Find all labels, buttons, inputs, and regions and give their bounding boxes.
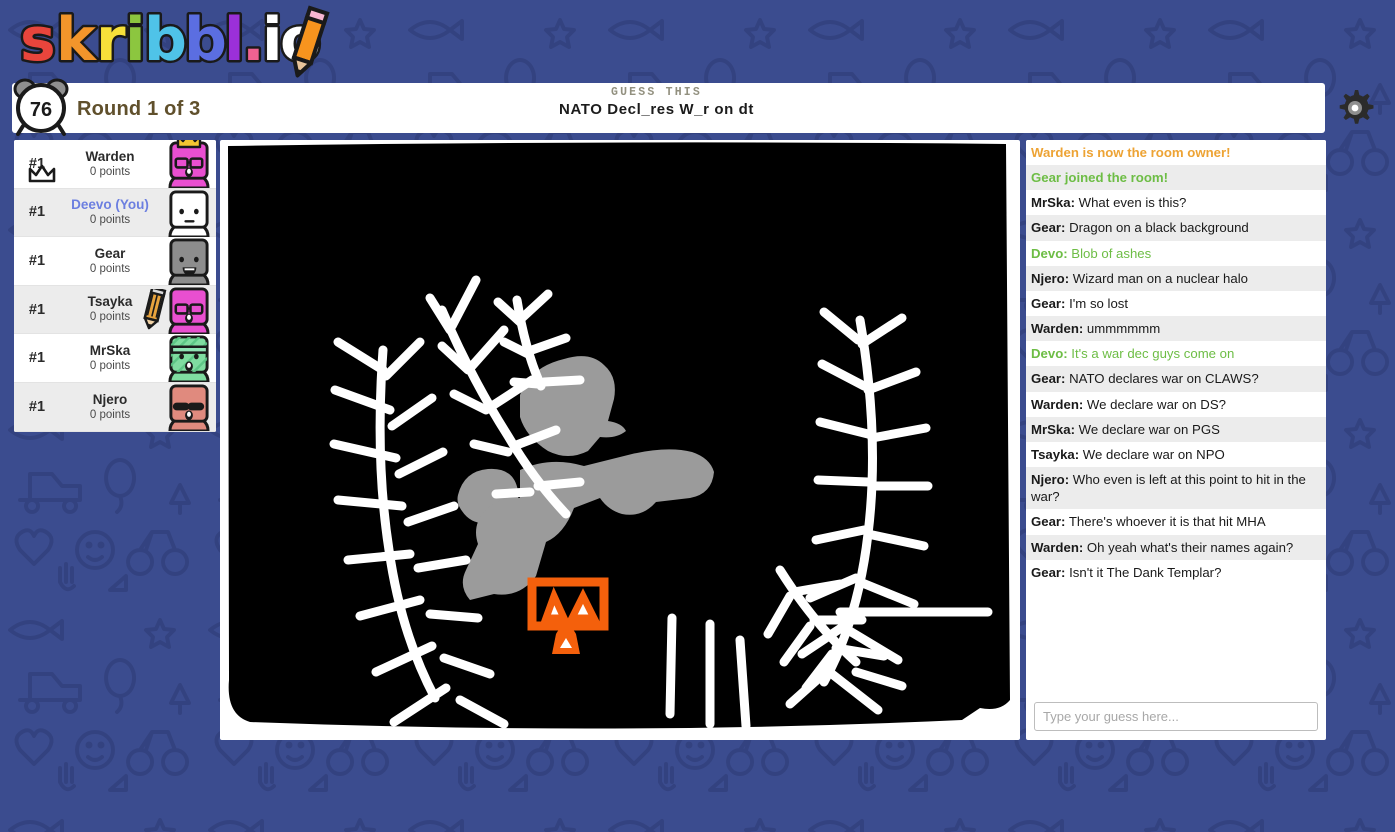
avatar	[166, 238, 212, 287]
svg-text:i: i	[125, 5, 146, 75]
chat-author: Devo:	[1031, 245, 1068, 261]
chat-message: Warden: Oh yeah what's their names again…	[1026, 534, 1326, 560]
svg-text:k: k	[56, 5, 98, 75]
chat-author: Warden:	[1031, 396, 1084, 412]
svg-text:b: b	[184, 5, 227, 75]
player-points: 0 points	[89, 214, 131, 227]
avatar	[166, 287, 212, 336]
chat-message: Gear: NATO declares war on CLAWS?	[1026, 366, 1326, 392]
player-rank: #1	[28, 350, 46, 367]
player-row[interactable]: #1 Deevo (You) 0 points	[14, 188, 216, 239]
guess-this-label: GUESS THIS	[610, 86, 702, 99]
chat-message: Warden: We declare war on DS?	[1026, 391, 1326, 417]
crown-icon	[28, 164, 56, 184]
player-name: Gear	[94, 245, 126, 261]
chat-message: Gear: Isn't it The Dank Templar?	[1026, 559, 1326, 585]
chat-message: Gear: I'm so lost	[1026, 290, 1326, 317]
skribbl-logo: s k r i b b l . i o	[18, 3, 330, 78]
player-row[interactable]: #1 Gear 0 points	[14, 237, 216, 287]
player-points: 0 points	[89, 262, 131, 275]
chat-panel: Warden is now the room owner! Gear joined…	[1026, 140, 1326, 740]
gear-icon[interactable]	[1333, 86, 1377, 130]
chat-author: MrSka:	[1031, 195, 1075, 211]
svg-text:b: b	[144, 5, 187, 75]
drawing-content	[228, 142, 1010, 731]
chat-message: Devo: Blob of ashes	[1026, 240, 1326, 266]
chat-message-list[interactable]: Warden is now the room owner! Gear joined…	[1026, 140, 1326, 696]
player-row[interactable]: #1 Njero 0 points	[14, 382, 216, 432]
chat-author: Warden:	[1031, 321, 1084, 337]
chat-message: Gear: Dragon on a black background	[1026, 215, 1326, 241]
chat-message: Tsayka: We declare war on NPO	[1026, 441, 1326, 468]
chat-author: Njero:	[1031, 270, 1070, 286]
chat-message: MrSka: What even is this?	[1026, 190, 1326, 216]
player-rank: #1	[28, 204, 46, 221]
player-rank: #1	[28, 252, 46, 269]
chat-system-message: Warden is now the room owner!	[1026, 140, 1326, 166]
player-points: 0 points	[89, 359, 131, 372]
chat-author: MrSka:	[1031, 421, 1075, 437]
player-name: MrSka	[89, 343, 131, 359]
gold-crown-icon	[176, 140, 202, 150]
chat-message: Njero: Who even is left at this point to…	[1026, 467, 1326, 510]
chat-author: Gear:	[1031, 220, 1066, 236]
player-row[interactable]: #1 Warden 0 points	[14, 140, 216, 190]
chat-message: Gear: There's whoever it is that hit MHA	[1026, 509, 1326, 535]
chat-author: Devo:	[1031, 346, 1068, 362]
svg-text:s: s	[20, 5, 56, 75]
chat-message: Warden: ummmmmm	[1026, 316, 1326, 342]
avatar	[166, 190, 212, 239]
chat-author: Gear:	[1031, 371, 1066, 387]
player-row[interactable]: #1 MrSka 0 points	[14, 334, 216, 384]
chat-author: Gear:	[1031, 564, 1066, 580]
player-list: #1 Warden 0 points #1 Deevo (You) 0 points …	[14, 140, 216, 432]
chat-author: Tsayka:	[1031, 446, 1080, 462]
word-hint: NATO Decl_res W_r on dt	[559, 101, 754, 118]
chat-message: Devo: It's a war dec guys come on	[1026, 341, 1326, 367]
chat-author: Gear:	[1031, 514, 1066, 530]
guess-input[interactable]	[1034, 702, 1318, 731]
player-name: Warden	[85, 148, 135, 164]
word-hint-block: GUESS THIS NATO Decl_res W_r on dt	[0, 86, 1313, 118]
player-name: Deevo (You)	[71, 197, 149, 213]
chat-system-message: Gear joined the room!	[1026, 165, 1326, 191]
player-row[interactable]: #1 Tsayka 0 points	[14, 285, 216, 336]
chat-author: Gear:	[1031, 295, 1066, 311]
player-name: Njero	[92, 391, 128, 407]
avatar	[166, 384, 212, 432]
player-rank: #1	[28, 301, 46, 318]
pencil-icon	[142, 286, 168, 331]
chat-author: Njero:	[1031, 472, 1070, 488]
avatar	[166, 140, 212, 190]
svg-text:r: r	[96, 5, 126, 75]
player-points: 0 points	[89, 408, 131, 421]
chat-message: Njero: Wizard man on a nuclear halo	[1026, 265, 1326, 291]
player-points: 0 points	[89, 165, 131, 178]
chat-message: MrSka: We declare war on PGS	[1026, 416, 1326, 442]
drawing-canvas[interactable]	[220, 140, 1020, 740]
player-rank: #1	[28, 398, 46, 415]
avatar	[166, 335, 212, 384]
chat-input-container	[1026, 696, 1326, 740]
chat-author: Warden:	[1031, 539, 1084, 555]
